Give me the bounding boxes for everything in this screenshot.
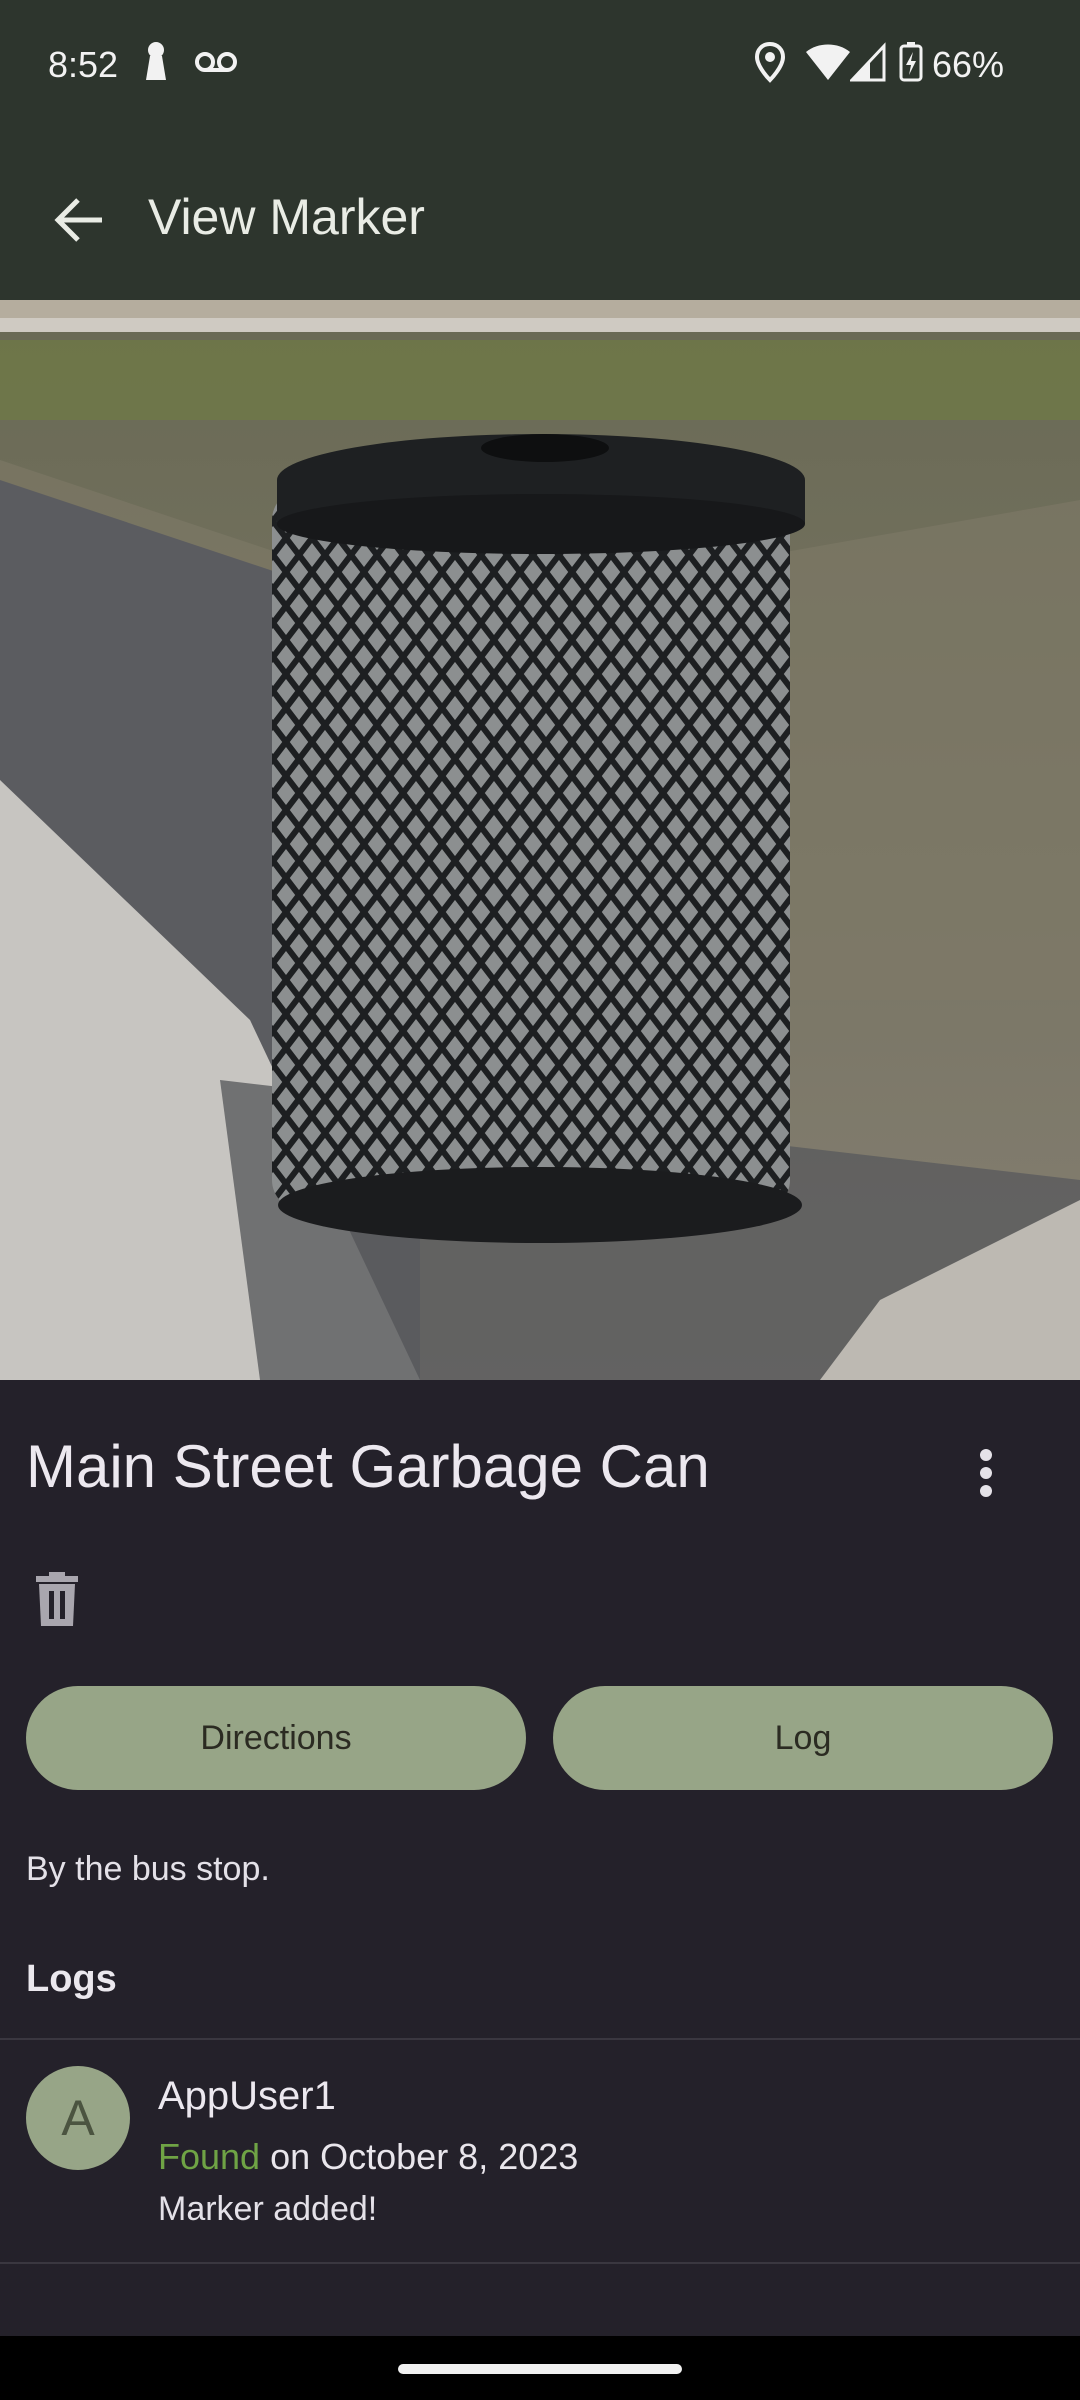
wifi-icon [806, 44, 850, 80]
keyhole-icon [146, 42, 166, 80]
status-time: 8:52 [48, 44, 119, 85]
marker-title: Main Street Garbage Can [26, 1433, 710, 1500]
log-date: on October 8, 2023 [260, 2136, 579, 2177]
voicemail-icon [195, 52, 237, 72]
home-gesture-handle[interactable] [398, 2364, 682, 2374]
signal-icon [850, 42, 886, 82]
avatar: A [26, 2066, 130, 2170]
log-status: Found [158, 2136, 261, 2177]
location-icon [754, 41, 786, 83]
log-message: Marker added! [158, 2190, 378, 2228]
status-bar: 8:52 66% [0, 0, 1080, 130]
divider [0, 2038, 1080, 2040]
more-vert-icon[interactable] [966, 1448, 1006, 1498]
app-bar: View Marker [0, 150, 1080, 290]
directions-button[interactable]: Directions [26, 1686, 526, 1790]
log-button[interactable]: Log [553, 1686, 1053, 1790]
divider [0, 2262, 1080, 2264]
log-username: AppUser1 [158, 2074, 336, 2118]
trash-icon[interactable] [34, 1572, 80, 1626]
battery-percent: 66% [932, 44, 1005, 85]
logs-heading: Logs [26, 1958, 117, 2000]
top-bar: 8:52 66% View Marker [0, 0, 1080, 300]
log-status-line: Found on October 8, 2023 [158, 2136, 578, 2178]
app-bar-title: View Marker [148, 189, 425, 245]
arrow-back-icon[interactable] [50, 190, 110, 250]
marker-description: By the bus stop. [26, 1850, 270, 1888]
battery-charging-icon [899, 42, 923, 82]
marker-photo [0, 300, 1080, 1380]
